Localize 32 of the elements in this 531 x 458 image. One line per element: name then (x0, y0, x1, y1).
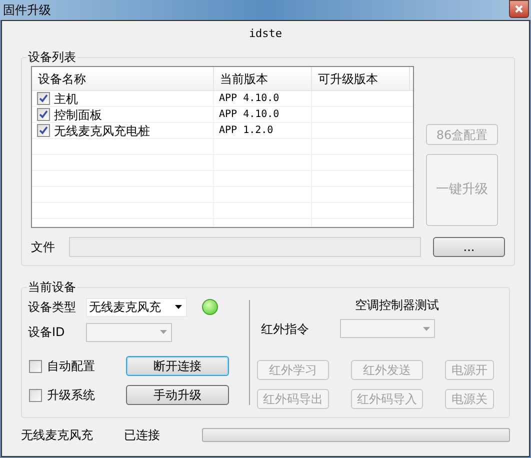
checkbox-label: 自动配置 (47, 358, 95, 375)
close-icon (515, 5, 523, 13)
checkbox[interactable] (29, 388, 42, 402)
group-title: 设备列表 (27, 49, 77, 66)
status-text: 已连接 (124, 427, 161, 444)
checkbox[interactable] (37, 92, 50, 105)
device-name: 控制面板 (54, 106, 102, 124)
column-header[interactable]: 设备名称 (32, 67, 214, 90)
column-header[interactable]: 可升级版本 (312, 67, 410, 90)
version-cell-text: APP 4.10.0 (219, 92, 280, 106)
device-name: 无线麦克风充电桩 (54, 122, 150, 140)
version-cell-text: APP 4.10.0 (219, 108, 280, 122)
checkbox[interactable] (37, 124, 50, 137)
group-title: 当前设备 (27, 279, 77, 296)
column-header[interactable]: 当前版本 (214, 67, 312, 90)
checkbox[interactable] (29, 360, 42, 372)
field-label: 设备类型 (28, 299, 77, 316)
window-title: 固件升级 (2, 2, 51, 19)
action-button[interactable]: 断开连接 (126, 356, 229, 376)
section-title: 空调控制器测试 (355, 297, 439, 314)
action-button[interactable]: 手动升级 (126, 385, 229, 405)
checkbox[interactable] (37, 108, 50, 121)
checkbox-label: 升级系统 (47, 387, 95, 404)
device-name: 主机 (54, 90, 78, 108)
dropdown[interactable]: 无线麦克风充 (86, 298, 187, 316)
status-device: 无线麦克风充 (21, 427, 94, 444)
field-label: 文件 (31, 239, 56, 256)
field-label: 设备ID (28, 324, 66, 341)
version-cell-text: APP 1.2.0 (219, 124, 274, 138)
device-header: idste (248, 26, 282, 42)
close-button[interactable] (509, 0, 529, 18)
field-label: 红外指令 (261, 320, 310, 338)
